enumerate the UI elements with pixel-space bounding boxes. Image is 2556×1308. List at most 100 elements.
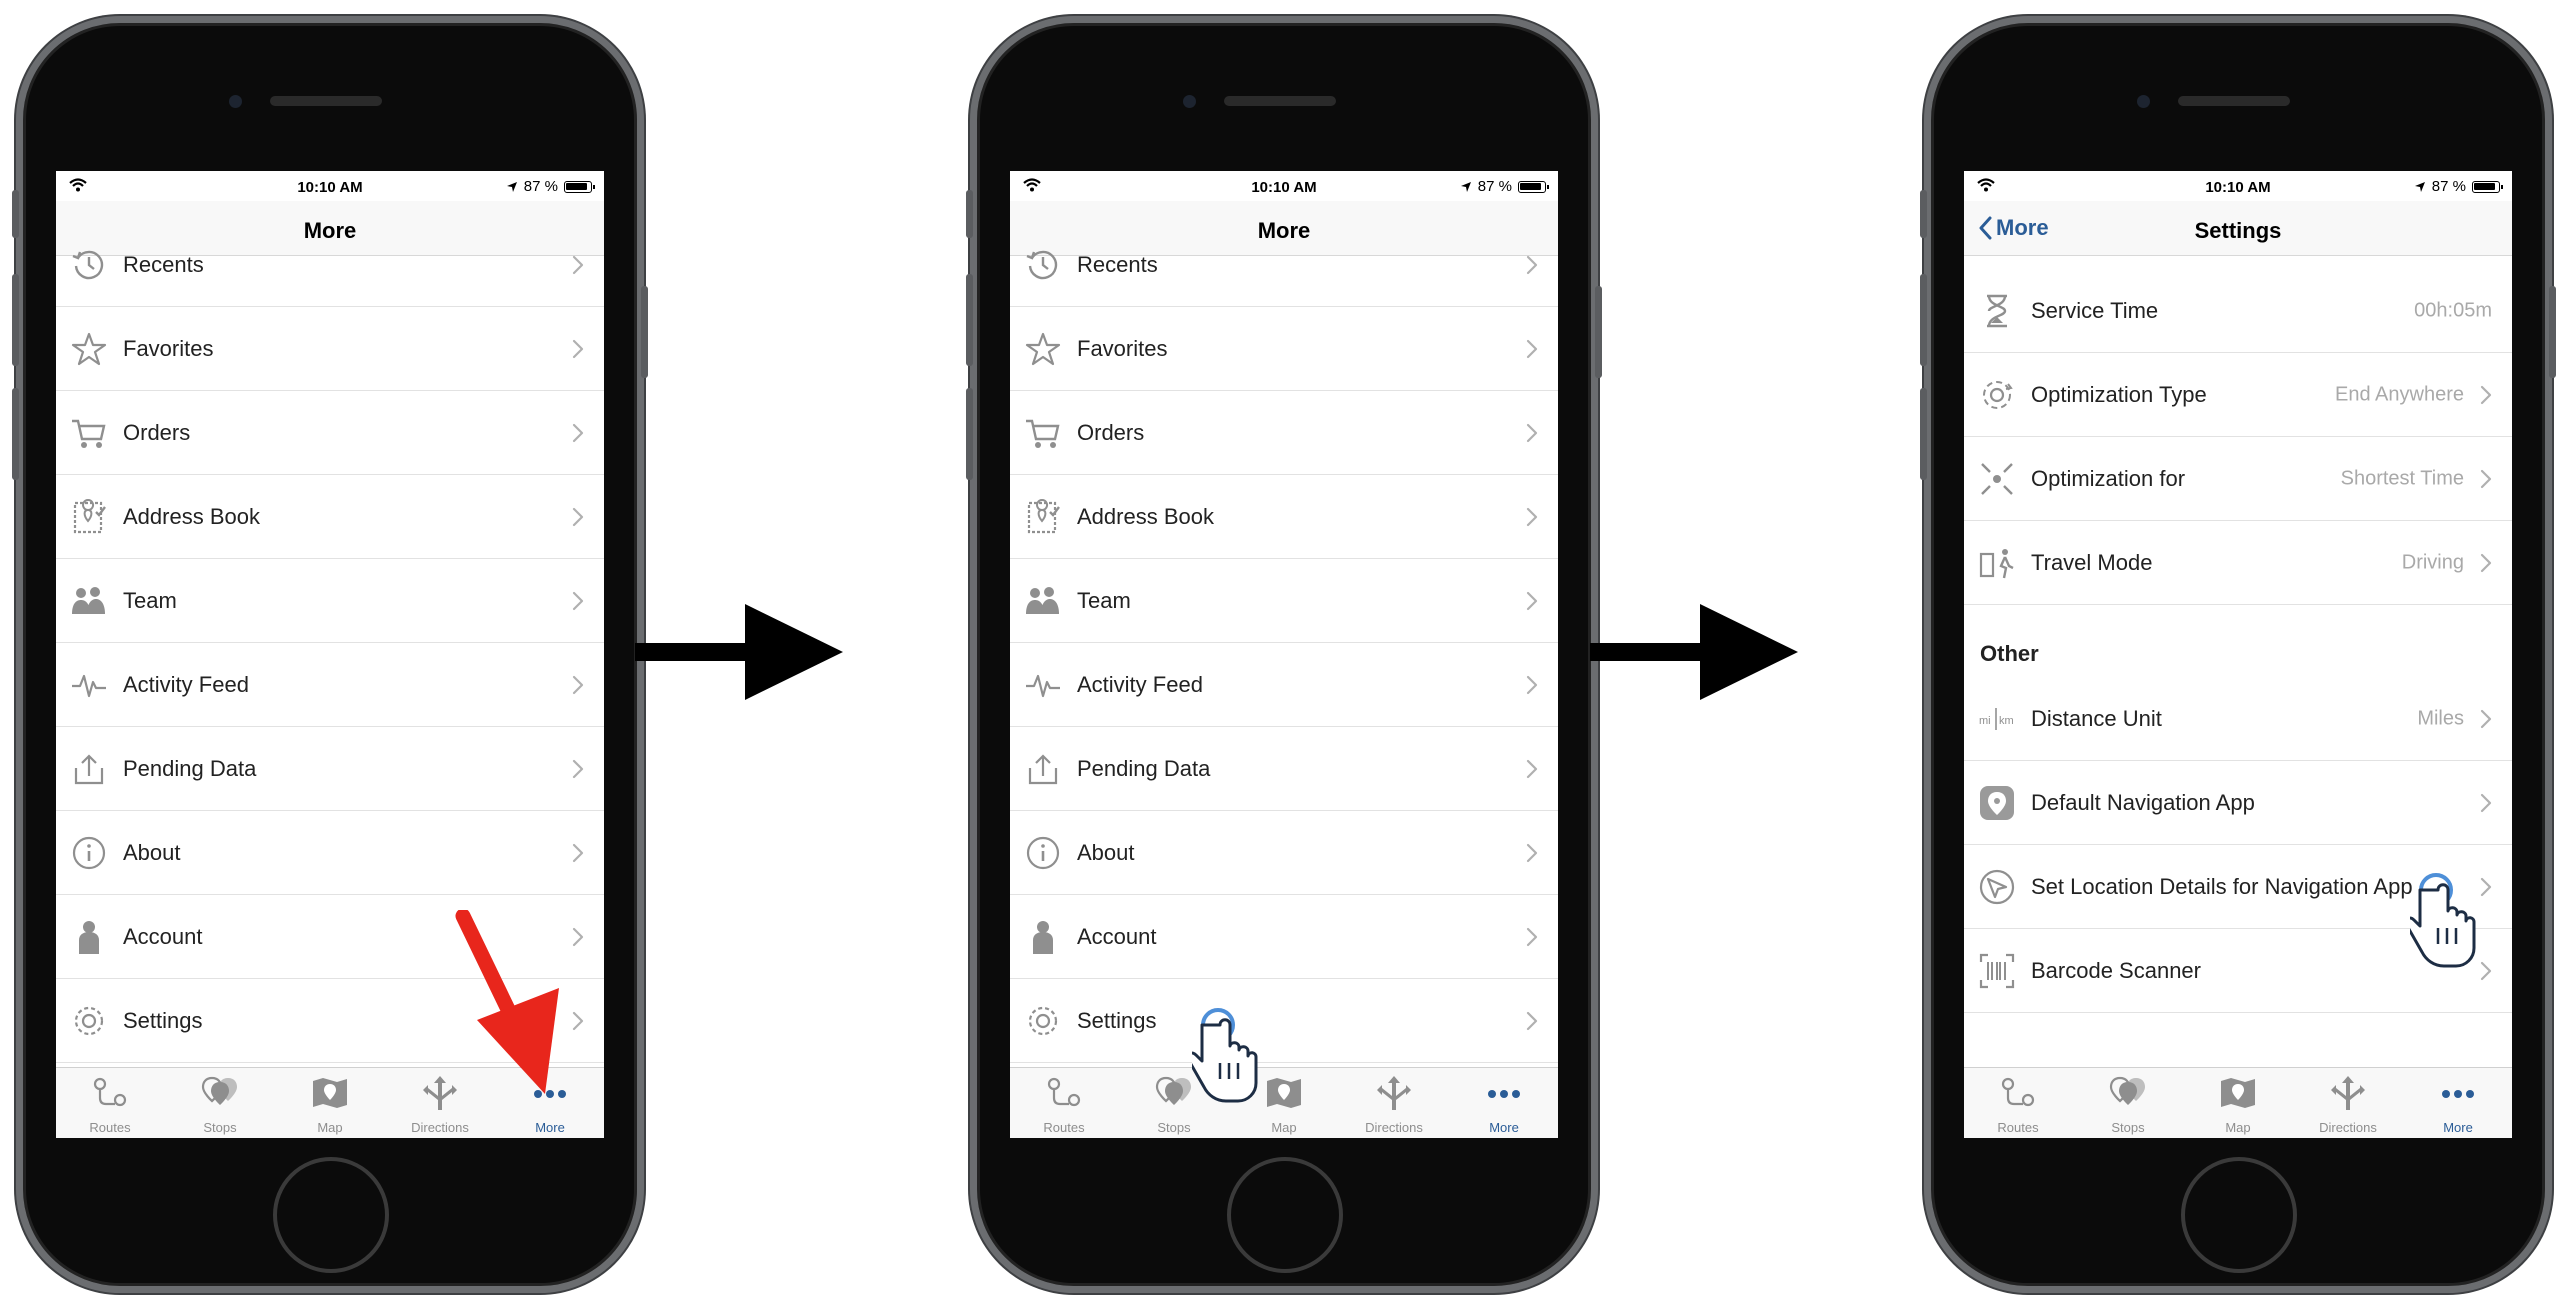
chevron-right-icon	[1526, 339, 1538, 359]
tab-label: Routes	[89, 1120, 131, 1135]
menu-item-label: Recents	[1077, 251, 1158, 277]
tab-label: Directions	[1365, 1120, 1423, 1135]
section-header-other: Other	[1964, 605, 2512, 677]
tab-stops[interactable]: Stops	[166, 1068, 274, 1138]
home-button[interactable]	[1227, 1157, 1343, 1273]
setting-default-navigation-app[interactable]: Default Navigation App	[1964, 761, 2512, 845]
menu-item-address-book[interactable]: Address Book	[1010, 475, 1558, 559]
earpiece-speaker	[2178, 96, 2290, 106]
home-button[interactable]	[273, 1157, 389, 1273]
more-menu-list: Recents Favorites Orders Address Book Te…	[1010, 223, 1558, 1063]
menu-item-pending-data[interactable]: Pending Data	[56, 727, 604, 811]
chevron-right-icon	[1526, 759, 1538, 779]
menu-item-favorites[interactable]: Favorites	[1010, 307, 1558, 391]
menu-item-account[interactable]: Account	[1010, 895, 1558, 979]
menu-item-label: Orders	[1077, 419, 1145, 445]
menu-item-recents[interactable]: Recents	[56, 223, 604, 307]
setting-travel-mode[interactable]: Travel Mode Driving	[1964, 521, 2512, 605]
tab-map[interactable]: Map	[276, 1068, 384, 1138]
menu-item-team[interactable]: Team	[1010, 559, 1558, 643]
volume-up-button	[1920, 274, 1927, 366]
menu-item-pending-data[interactable]: Pending Data	[1010, 727, 1558, 811]
power-button	[2549, 286, 2556, 378]
menu-item-recents[interactable]: Recents	[1010, 223, 1558, 307]
setting-distance-unit[interactable]: Distance Unit Miles	[1964, 677, 2512, 761]
battery-icon	[564, 180, 595, 193]
menu-item-label: Orders	[123, 419, 191, 445]
chevron-right-icon	[2480, 709, 2492, 729]
earpiece-speaker	[1224, 96, 1336, 106]
battery-icon	[2472, 180, 2503, 193]
menu-item-label: Settings	[123, 1007, 203, 1033]
home-button[interactable]	[2181, 1157, 2297, 1273]
directions-icon	[420, 1074, 460, 1112]
setting-label: Travel Mode	[2031, 549, 2153, 575]
volume-down-button	[966, 388, 973, 480]
upload-icon	[1024, 750, 1062, 788]
barcode-icon	[1978, 952, 2016, 990]
menu-item-favorites[interactable]: Favorites	[56, 307, 604, 391]
volume-down-button	[12, 388, 19, 480]
power-button	[1595, 286, 1602, 378]
mute-switch	[966, 190, 973, 238]
tab-routes[interactable]: Routes	[56, 1068, 164, 1138]
address-book-icon	[70, 498, 108, 536]
mute-switch	[12, 190, 19, 238]
tab-map[interactable]: Map	[2184, 1068, 2292, 1138]
optimization-cycle-icon	[1978, 376, 2016, 414]
front-camera	[2137, 95, 2150, 108]
setting-service-time[interactable]: Service Time 00h:05m	[1964, 269, 2512, 353]
tap-hand-icon	[2410, 870, 2490, 970]
more-dots-icon	[1484, 1074, 1524, 1112]
menu-item-team[interactable]: Team	[56, 559, 604, 643]
earpiece-speaker	[270, 96, 382, 106]
menu-item-settings[interactable]: Settings	[1010, 979, 1558, 1063]
star-icon	[70, 330, 108, 368]
menu-item-orders[interactable]: Orders	[1010, 391, 1558, 475]
menu-item-label: About	[1077, 839, 1135, 865]
cart-icon	[1024, 414, 1062, 452]
status-bar: 10:10 AM 87 %	[1010, 171, 1558, 201]
tab-label: Directions	[2319, 1120, 2377, 1135]
tab-label: Stops	[2111, 1120, 2145, 1135]
hourglass-icon	[1978, 292, 2016, 330]
location-arrow-icon	[2414, 181, 2425, 192]
chevron-right-icon	[572, 339, 584, 359]
routes-icon	[1044, 1074, 1084, 1112]
menu-item-label: Account	[123, 923, 203, 949]
page-title: Settings	[2194, 218, 2282, 243]
directions-icon	[1374, 1074, 1414, 1112]
navigation-app-icon	[1978, 784, 2016, 822]
chevron-right-icon	[1526, 423, 1538, 443]
tab-more[interactable]: More	[1450, 1068, 1558, 1138]
tab-stops[interactable]: Stops	[2074, 1068, 2182, 1138]
menu-item-about[interactable]: About	[1010, 811, 1558, 895]
tab-directions[interactable]: Directions	[2294, 1068, 2402, 1138]
tab-routes[interactable]: Routes	[1964, 1068, 2072, 1138]
tab-more[interactable]: More	[2404, 1068, 2512, 1138]
setting-label: Service Time	[2031, 297, 2159, 323]
menu-item-activity-feed[interactable]: Activity Feed	[1010, 643, 1558, 727]
battery-percent: 87 %	[1477, 178, 1512, 195]
setting-optimization-for[interactable]: Optimization for Shortest Time	[1964, 437, 2512, 521]
travel-mode-icon	[1978, 544, 2016, 582]
menu-item-address-book[interactable]: Address Book	[56, 475, 604, 559]
setting-value: Driving	[2401, 551, 2464, 573]
chevron-right-icon	[1526, 675, 1538, 695]
routes-icon	[1998, 1074, 2038, 1112]
setting-optimization-type[interactable]: Optimization Type End Anywhere	[1964, 353, 2512, 437]
menu-item-orders[interactable]: Orders	[56, 391, 604, 475]
menu-item-about[interactable]: About	[56, 811, 604, 895]
menu-item-activity-feed[interactable]: Activity Feed	[56, 643, 604, 727]
chevron-right-icon	[1526, 843, 1538, 863]
tap-hand-icon	[1192, 1005, 1272, 1105]
recents-icon	[1024, 246, 1062, 284]
battery-icon	[1518, 180, 1549, 193]
location-arrow-icon	[1460, 181, 1471, 192]
volume-up-button	[966, 274, 973, 366]
tab-directions[interactable]: Directions	[1340, 1068, 1448, 1138]
step-arrow-icon	[1590, 604, 1798, 700]
screen-more: 10:10 AM 87 % More Recents Favorites Ord…	[1010, 171, 1558, 1138]
tab-routes[interactable]: Routes	[1010, 1068, 1118, 1138]
stops-icon	[2108, 1074, 2148, 1112]
